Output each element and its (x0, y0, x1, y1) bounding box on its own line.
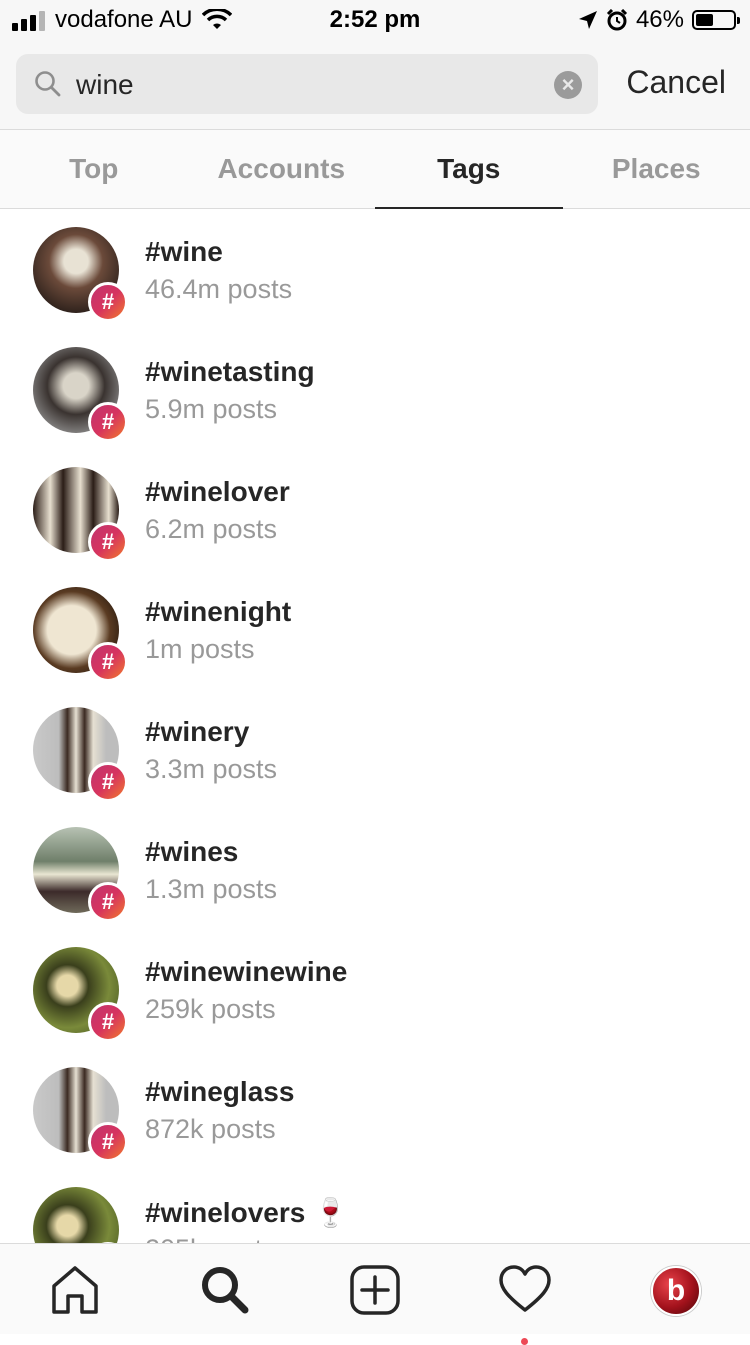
list-item[interactable]: # #winetasting 5.9m posts (0, 330, 750, 450)
home-icon (47, 1262, 103, 1318)
notification-dot (521, 1338, 528, 1345)
tag-results-list: # #wine 46.4m posts # #winetasting 5.9m … (0, 210, 750, 1243)
list-item[interactable]: # #winewinewine 259k posts (0, 930, 750, 1050)
activity-tab[interactable] (497, 1262, 553, 1318)
list-item[interactable]: # #winenight 1m posts (0, 570, 750, 690)
tag-name: #winetasting (145, 356, 315, 388)
tag-post-count: 872k posts (145, 1114, 276, 1145)
tag-thumbnail (33, 1187, 119, 1243)
tag-name: #winelover (145, 476, 290, 508)
tab-accounts[interactable]: Accounts (188, 130, 376, 208)
cancel-button[interactable]: Cancel (626, 64, 726, 101)
tag-name: #winenight (145, 596, 291, 628)
add-post-icon (347, 1262, 403, 1318)
tag-name: #wines (145, 836, 238, 868)
tag-post-count: 46.4m posts (145, 274, 292, 305)
tag-post-count: 1.3m posts (145, 874, 277, 905)
list-item[interactable]: # #winelovers 🍷 205k posts (0, 1170, 750, 1243)
tag-post-count: 1m posts (145, 634, 255, 665)
list-item[interactable]: # #winelover 6.2m posts (0, 450, 750, 570)
hashtag-icon: # (88, 522, 128, 562)
tag-name: #winelovers 🍷 (145, 1196, 348, 1229)
alarm-icon (606, 9, 628, 31)
hashtag-icon: # (88, 1002, 128, 1042)
list-item[interactable]: # #winery 3.3m posts (0, 690, 750, 810)
search-header: wine × Cancel (0, 40, 750, 129)
battery-percent: 46% (636, 6, 684, 34)
battery-icon (692, 10, 736, 30)
tag-name: #wine (145, 236, 223, 268)
profile-tab[interactable]: b (647, 1262, 703, 1318)
home-tab[interactable] (47, 1262, 103, 1318)
location-icon (578, 10, 598, 30)
new-post-tab[interactable] (347, 1262, 403, 1318)
tag-name: #winewinewine (145, 956, 347, 988)
tab-top[interactable]: Top (0, 130, 188, 208)
hashtag-icon: # (88, 282, 128, 322)
hashtag-icon: # (88, 882, 128, 922)
bottom-tab-bar: b (0, 1243, 750, 1334)
tag-post-count: 5.9m posts (145, 394, 277, 425)
tag-name: #winery (145, 716, 249, 748)
search-tabs: Top Accounts Tags Places (0, 129, 750, 209)
search-tab[interactable] (197, 1262, 253, 1318)
search-query[interactable]: wine (76, 69, 134, 101)
tab-places[interactable]: Places (563, 130, 750, 208)
hashtag-icon: # (88, 762, 128, 802)
hashtag-icon: # (88, 402, 128, 442)
status-bar: vodafone AU 2:52 pm 46% (0, 0, 750, 40)
tab-tags[interactable]: Tags (375, 130, 563, 208)
hashtag-icon: # (88, 1122, 128, 1162)
list-item[interactable]: # #wineglass 872k posts (0, 1050, 750, 1170)
tag-post-count: 205k posts (145, 1234, 276, 1243)
clear-search-icon[interactable]: × (554, 71, 582, 99)
hashtag-icon: # (88, 642, 128, 682)
list-item[interactable]: # #wine 46.4m posts (0, 210, 750, 330)
heart-icon (497, 1262, 553, 1318)
list-item[interactable]: # #wines 1.3m posts (0, 810, 750, 930)
avatar: b (651, 1266, 701, 1316)
search-icon (34, 70, 62, 98)
tag-post-count: 3.3m posts (145, 754, 277, 785)
search-input[interactable]: wine × (16, 54, 598, 114)
tag-post-count: 259k posts (145, 994, 276, 1025)
search-icon (197, 1262, 253, 1318)
tag-name: #wineglass (145, 1076, 294, 1108)
tag-post-count: 6.2m posts (145, 514, 277, 545)
profile-initial: b (653, 1268, 699, 1314)
